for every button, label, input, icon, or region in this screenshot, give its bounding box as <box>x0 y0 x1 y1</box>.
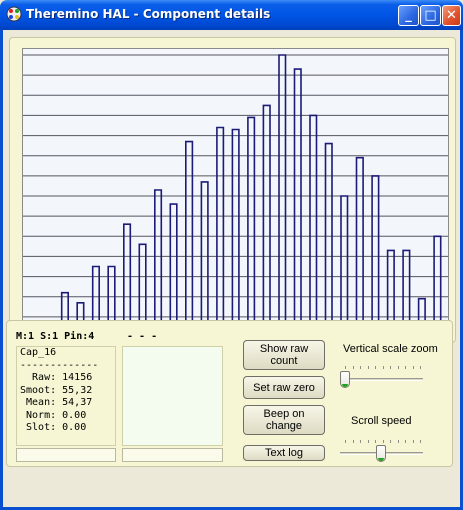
vertical-zoom-label: Vertical scale zoom <box>343 343 438 355</box>
chart-panel <box>9 37 456 343</box>
speed-slider-ticks <box>345 440 421 443</box>
signal-bar <box>341 196 348 337</box>
signal-bar <box>248 117 255 337</box>
signal-chart-svg <box>23 54 448 337</box>
info-separator: ------------- <box>20 359 99 371</box>
norm-value: Norm: 0.00 <box>20 409 87 421</box>
signal-bar <box>357 158 364 337</box>
signal-bar <box>201 182 208 337</box>
pin-label: M:1 S:1 Pin:4 <box>16 331 95 342</box>
input-field-2[interactable] <box>122 448 223 462</box>
slider-tick <box>397 440 399 443</box>
slider-tick <box>405 440 406 443</box>
slider-tick <box>375 366 376 369</box>
signal-chart <box>22 48 449 338</box>
slider-tick <box>375 440 376 443</box>
slider-tick <box>367 366 369 369</box>
signal-bar <box>232 130 239 337</box>
slider-tick <box>390 440 391 443</box>
close-button[interactable]: ✕ <box>442 5 461 26</box>
status-dashes: - - - <box>127 331 158 342</box>
component-info-box: Cap_16 ------------- Raw: 14156 Smoot: 5… <box>16 346 116 446</box>
set-raw-zero-button[interactable]: Set raw zero <box>243 376 325 399</box>
slider-tick <box>352 440 354 443</box>
zoom-slider-ticks <box>345 366 421 369</box>
speed-slider-thumb[interactable] <box>376 445 386 462</box>
minimize-button[interactable]: _ <box>398 5 419 26</box>
slider-tick <box>390 366 391 369</box>
slider-tick <box>420 366 421 369</box>
slot-value: Slot: 0.00 <box>20 422 87 433</box>
slider-tick <box>382 440 384 443</box>
show-raw-count-button[interactable]: Show raw count <box>243 340 325 370</box>
slider-tick <box>345 440 346 443</box>
slider-tick <box>367 440 369 443</box>
zoom-slider-thumb[interactable] <box>340 371 350 388</box>
signal-bar <box>217 128 224 337</box>
smooth-value: Smoot: 55,32 <box>20 384 93 396</box>
mean-value: Mean: 54,37 <box>20 397 93 408</box>
slider-tick <box>352 366 354 369</box>
signal-bar <box>155 190 162 337</box>
maximize-button[interactable]: □ <box>420 5 441 26</box>
component-name: Cap_16 <box>20 347 57 358</box>
slider-tick <box>405 366 406 369</box>
app-icon <box>6 6 22 22</box>
zoom-slider-track[interactable] <box>340 378 423 381</box>
signal-bar <box>186 142 193 337</box>
title-bar[interactable]: Theremino HAL - Component details _ □ ✕ <box>0 0 463 30</box>
secondary-info-box <box>122 346 223 446</box>
slider-tick <box>360 440 361 443</box>
window-title: Theremino HAL - Component details <box>26 7 271 21</box>
beep-on-change-button[interactable]: Beep on change <box>243 405 325 435</box>
signal-bar <box>263 105 270 337</box>
slider-tick <box>420 440 421 443</box>
scroll-speed-label: Scroll speed <box>351 415 412 427</box>
slider-tick <box>397 366 399 369</box>
slider-tick <box>345 366 346 369</box>
signal-bar <box>310 115 317 337</box>
signal-bar <box>326 144 333 337</box>
text-log-button[interactable]: Text log <box>243 445 325 461</box>
slider-tick <box>360 366 361 369</box>
slider-tick <box>412 440 414 443</box>
slider-tick <box>412 366 414 369</box>
slider-tick <box>382 366 384 369</box>
input-field-1[interactable] <box>16 448 116 462</box>
raw-value: Raw: 14156 <box>20 372 93 383</box>
